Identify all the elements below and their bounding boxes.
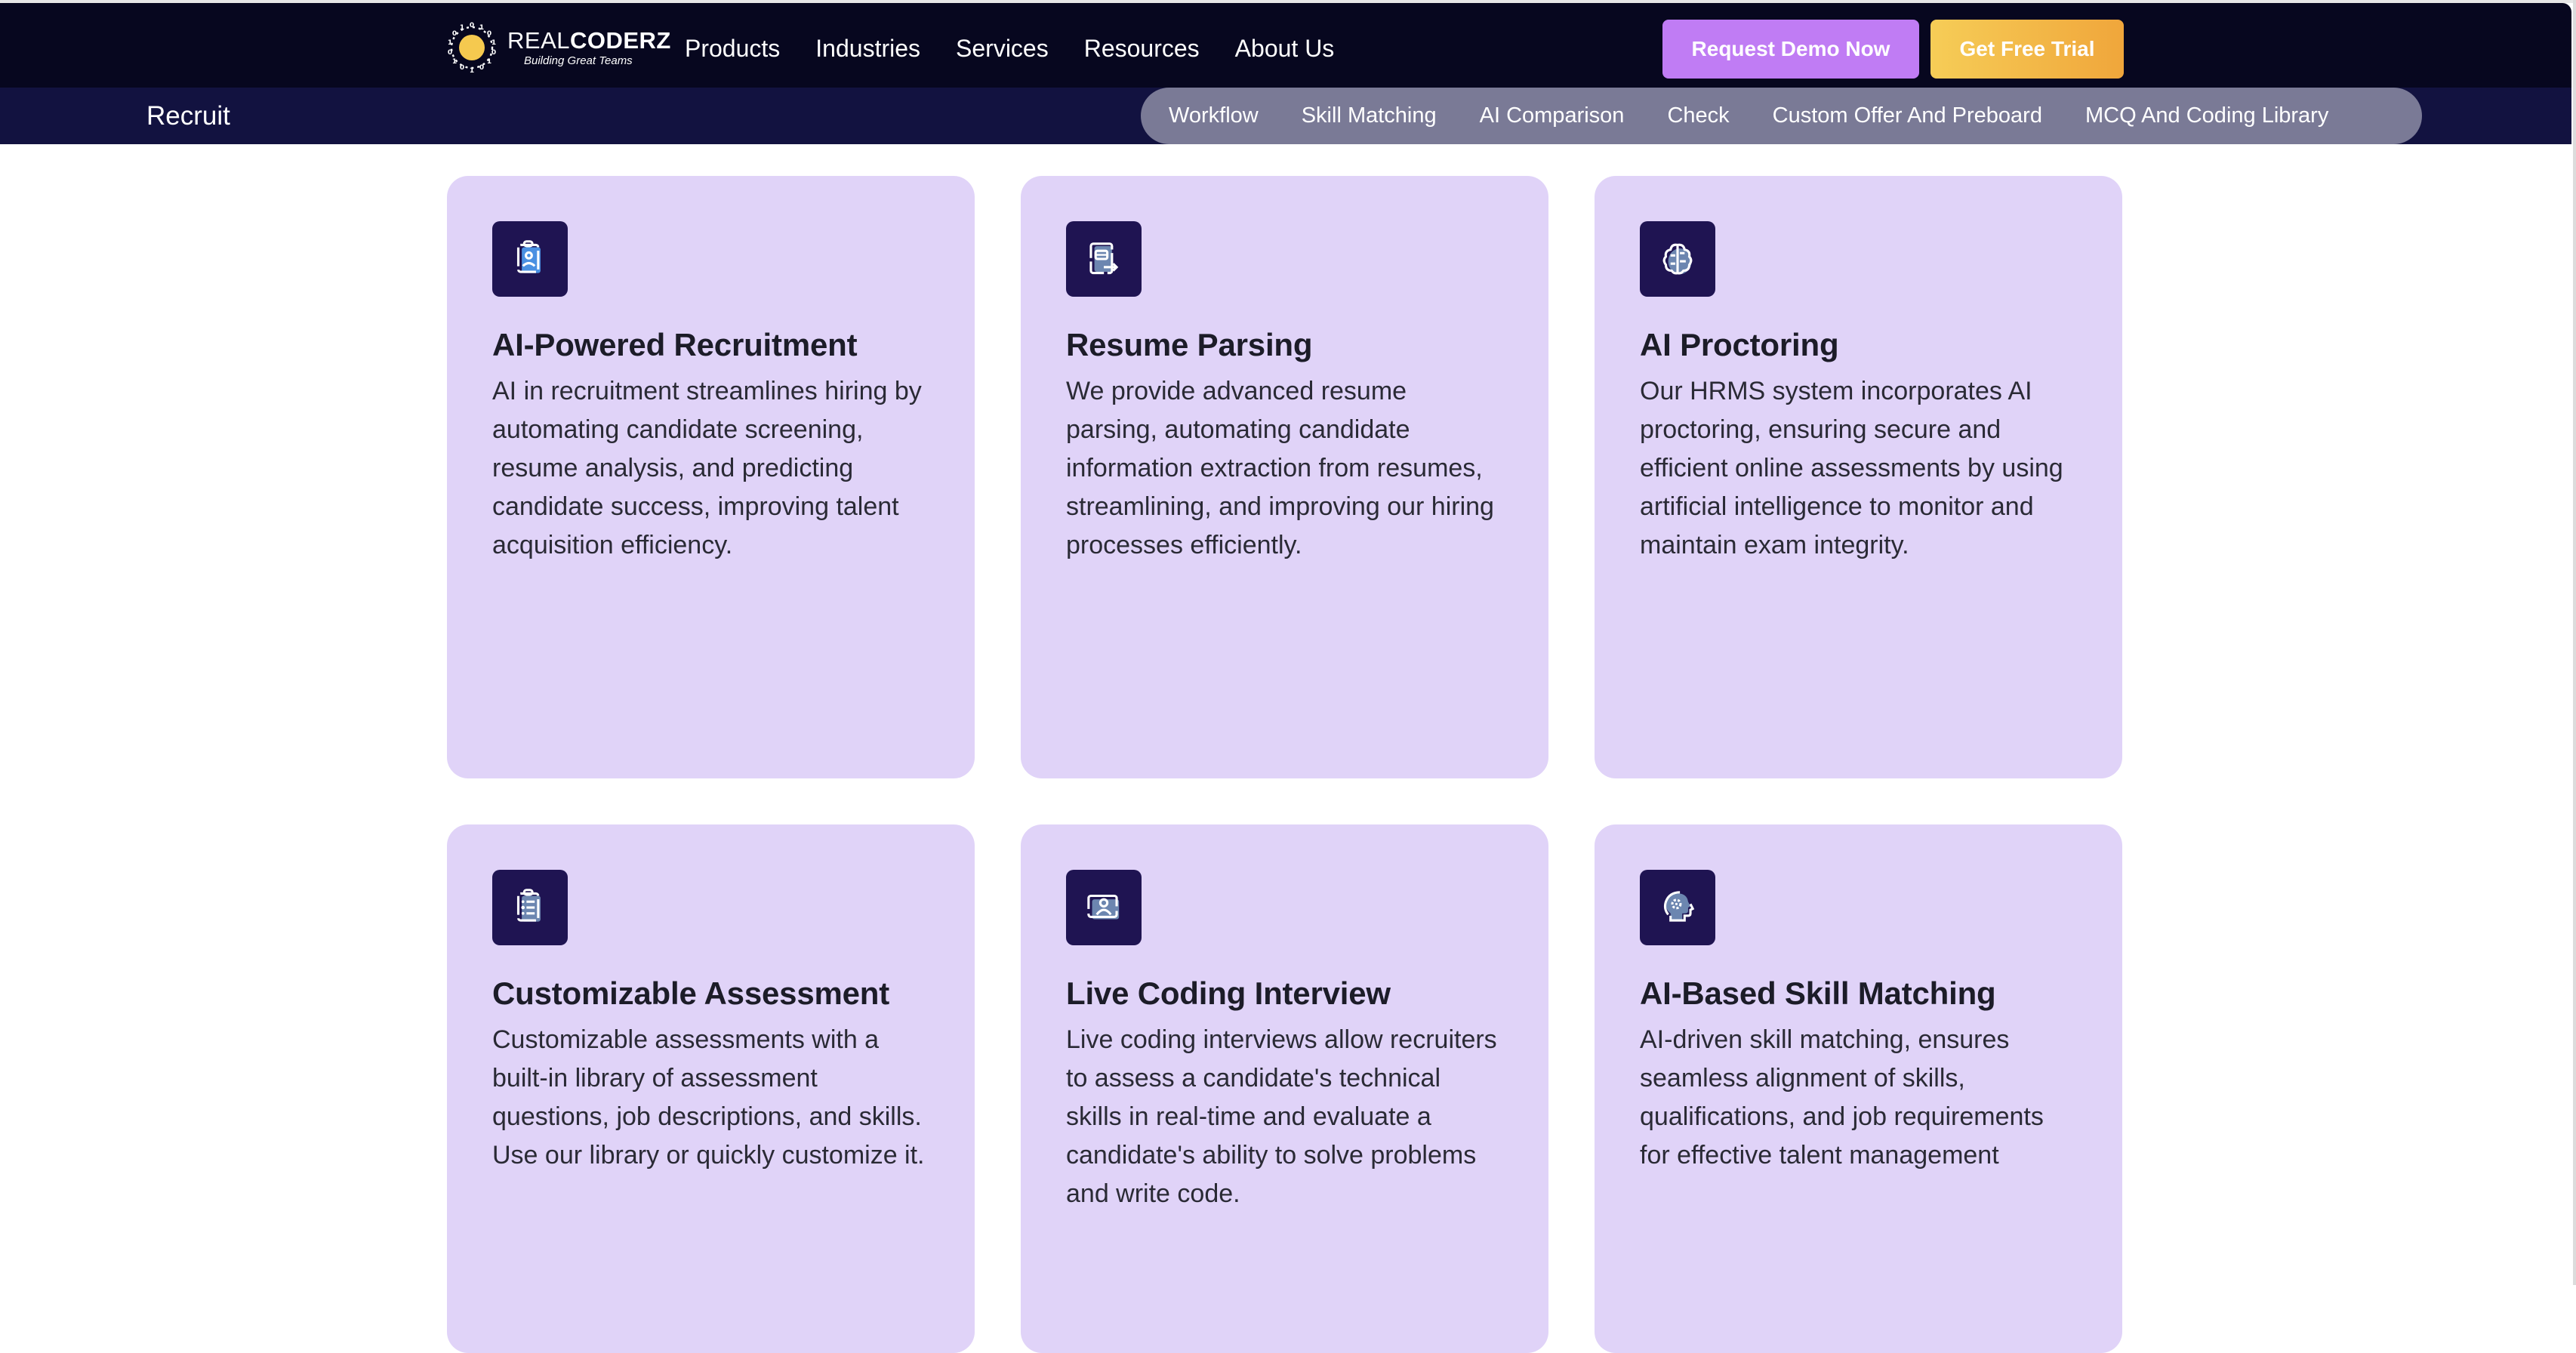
card-description: AI in recruitment streamlines hiring by …	[492, 377, 922, 559]
free-trial-button[interactable]: Get Free Trial	[1930, 20, 2124, 79]
brand-name-light: REAL	[507, 26, 570, 54]
brain-circuit-icon	[1640, 221, 1715, 297]
card-title: Customizable Assessment	[492, 975, 890, 1011]
card-description: AI-driven skill matching, ensures seamle…	[1640, 1025, 2044, 1170]
card-description: Our HRMS system incorporates AI proctori…	[1640, 377, 2063, 559]
main-nav: Products Industries Services Resources A…	[685, 6, 1370, 91]
svg-text:1: 1	[487, 58, 491, 66]
nav-about-us[interactable]: About Us	[1235, 35, 1335, 63]
feature-card: AI-Based Skill Matching AI-driven skill …	[1595, 824, 2122, 1353]
svg-text:1: 1	[491, 39, 496, 47]
nav-industries[interactable]: Industries	[815, 35, 920, 63]
card-description: Customizable assessments with a built-in…	[492, 1025, 925, 1170]
video-user-icon	[1066, 870, 1142, 945]
logo-binary-sun-icon: 010 101 010 101 01	[445, 21, 498, 75]
subnav-custom-offer-preboard[interactable]: Custom Offer And Preboard	[1773, 103, 2042, 128]
feature-card: AI Proctoring Our HRMS system incorporat…	[1595, 176, 2122, 778]
subnav-ai-comparison[interactable]: AI Comparison	[1480, 103, 1625, 128]
svg-text:1: 1	[460, 24, 464, 32]
top-header: 010 101 010 101 01 REALCODERZ Building G…	[0, 3, 2571, 88]
svg-text:0: 0	[460, 64, 464, 72]
svg-text:1: 1	[470, 67, 474, 74]
feature-card: Resume Parsing We provide advanced resum…	[1021, 176, 1548, 778]
feature-card: Live Coding Interview Live coding interv…	[1021, 824, 1548, 1353]
card-description: Live coding interviews allow recruiters …	[1066, 1025, 1497, 1208]
brand-logo[interactable]: 010 101 010 101 01 REALCODERZ Building G…	[445, 21, 671, 75]
brand-name: REALCODERZ	[507, 26, 671, 54]
svg-text:1: 1	[452, 58, 457, 66]
card-description: We provide advanced resume parsing, auto…	[1066, 377, 1494, 559]
clipboard-list-icon	[492, 870, 568, 945]
window-scrollbar[interactable]	[2573, 0, 2576, 1285]
card-title: Resume Parsing	[1066, 327, 1313, 362]
clipboard-user-icon	[492, 221, 568, 297]
svg-text:0: 0	[487, 30, 491, 38]
svg-text:1: 1	[448, 39, 452, 47]
card-title: AI Proctoring	[1640, 327, 1839, 362]
feature-card: AI-Powered Recruitment AI in recruitment…	[447, 176, 975, 778]
nav-resources[interactable]: Resources	[1084, 35, 1200, 63]
nav-products[interactable]: Products	[685, 35, 780, 63]
card-title: AI-Powered Recruitment	[492, 327, 858, 362]
sub-nav-bar: Recruit Workflow Skill Matching AI Compa…	[0, 88, 2571, 144]
subnav-skill-matching[interactable]: Skill Matching	[1302, 103, 1437, 128]
svg-text:0: 0	[448, 49, 452, 57]
brand-name-bold: CODERZ	[569, 26, 671, 54]
subnav-workflow[interactable]: Workflow	[1169, 103, 1259, 128]
subnav-check[interactable]: Check	[1667, 103, 1729, 128]
svg-text:0: 0	[452, 30, 457, 38]
nav-services[interactable]: Services	[956, 35, 1049, 63]
card-title: AI-Based Skill Matching	[1640, 975, 1996, 1011]
svg-text:1: 1	[479, 24, 484, 32]
resume-export-icon	[1066, 221, 1142, 297]
card-title: Live Coding Interview	[1066, 975, 1391, 1011]
brand-tagline: Building Great Teams	[524, 54, 633, 67]
subnav-mcq-coding-library[interactable]: MCQ And Coding Library	[2085, 103, 2328, 128]
head-gear-icon	[1640, 870, 1715, 945]
section-title: Recruit	[146, 100, 230, 131]
svg-text:0: 0	[491, 49, 496, 57]
svg-text:0: 0	[479, 64, 484, 72]
sub-nav-links: Workflow Skill Matching AI Comparison Ch…	[1141, 88, 2422, 144]
request-demo-button[interactable]: Request Demo Now	[1662, 20, 1919, 79]
svg-text:0: 0	[470, 22, 474, 29]
feature-card: Customizable Assessment Customizable ass…	[447, 824, 975, 1353]
